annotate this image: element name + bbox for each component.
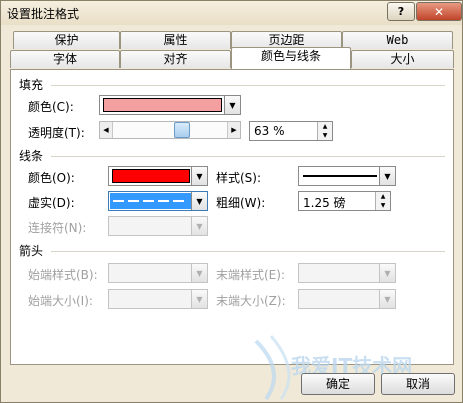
begin-size-select[interactable]: ▼ [108, 289, 208, 309]
line-color-select[interactable]: ▼ [108, 166, 208, 186]
chevron-right-icon[interactable]: ▶ [227, 122, 240, 138]
line-section-label: 线条 [19, 149, 44, 163]
chevron-down-icon: ▼ [191, 264, 207, 282]
tab-panel: 填充 颜色(C): ▼ 透明度(T): ◀ ▶ 63 % ▲ ▼ 线条 颜色(O)… [10, 69, 454, 365]
chevron-down-icon[interactable]: ▼ [224, 96, 240, 114]
tab-alignment[interactable]: 对齐 [120, 50, 231, 68]
tab-properties[interactable]: 属性 [120, 31, 231, 49]
chevron-down-icon[interactable]: ▼ [191, 192, 207, 210]
chevron-down-icon: ▼ [379, 264, 395, 282]
chevron-down-icon[interactable]: ▼ [191, 167, 207, 185]
window-title: 设置批注格式 [7, 7, 80, 21]
fill-color-label: 颜色(C): [28, 100, 74, 114]
transparency-spinner[interactable]: ▲ ▼ [317, 122, 332, 140]
tab-protection[interactable]: 保护 [13, 31, 120, 49]
line-style-label: 样式(S): [216, 171, 262, 185]
dash-label: 虚实(D): [28, 196, 75, 210]
dialog-window: 设置批注格式 ? ✕ 保护 属性 页边距 Web 字体 对齐 颜色与线条 大小 … [0, 0, 463, 403]
weight-spinner[interactable]: ▲ ▼ [375, 192, 390, 210]
end-style-label: 末端样式(E): [216, 268, 285, 282]
chevron-down-icon[interactable]: ▼ [379, 167, 395, 185]
begin-size-label: 始端大小(I): [28, 294, 93, 308]
line-color-swatch [112, 169, 190, 183]
fill-color-select[interactable]: ▼ [99, 95, 241, 115]
dashed-line-preview [113, 200, 188, 202]
transparency-slider[interactable]: ◀ ▶ [99, 121, 241, 139]
chevron-down-icon: ▼ [191, 290, 207, 308]
line-color-label: 颜色(O): [28, 171, 75, 185]
line-divider [51, 156, 445, 157]
dash-selected-highlight [110, 193, 191, 209]
end-style-select[interactable]: ▼ [298, 263, 396, 283]
begin-style-label: 始端样式(B): [28, 268, 98, 282]
slider-thumb[interactable] [174, 122, 190, 138]
tab-font[interactable]: 字体 [10, 50, 120, 68]
chevron-down-icon[interactable]: ▼ [318, 131, 332, 140]
connector-label: 连接符(N): [28, 221, 87, 235]
title-bar: 设置批注格式 ? ✕ [1, 1, 462, 25]
chevron-down-icon: ▼ [191, 217, 207, 235]
begin-style-select[interactable]: ▼ [108, 263, 208, 283]
tab-web[interactable]: Web [342, 31, 453, 49]
ok-button[interactable]: 确定 [301, 373, 375, 395]
arrows-divider [51, 251, 445, 252]
chevron-left-icon[interactable]: ◀ [100, 122, 113, 138]
chevron-up-icon[interactable]: ▲ [376, 192, 390, 201]
close-button[interactable]: ✕ [416, 2, 462, 21]
end-size-label: 末端大小(Z): [216, 294, 286, 308]
dash-select[interactable]: ▼ [108, 191, 208, 211]
fill-color-swatch [103, 98, 222, 112]
fill-section-label: 填充 [19, 78, 44, 92]
transparency-label: 透明度(T): [28, 126, 85, 140]
end-size-select[interactable]: ▼ [298, 289, 396, 309]
arrows-section-label: 箭头 [19, 244, 44, 258]
weight-label: 粗细(W): [216, 196, 266, 210]
transparency-input[interactable]: 63 % ▲ ▼ [249, 121, 333, 141]
weight-input[interactable]: 1.25 磅 ▲ ▼ [298, 191, 391, 211]
chevron-down-icon: ▼ [379, 290, 395, 308]
line-style-select[interactable]: ▼ [298, 166, 396, 186]
tab-size[interactable]: 大小 [351, 50, 454, 68]
chevron-down-icon[interactable]: ▼ [376, 201, 390, 210]
tab-colors-lines[interactable]: 颜色与线条 [231, 47, 351, 69]
help-button[interactable]: ? [387, 2, 415, 21]
solid-line-preview [303, 175, 377, 177]
fill-divider [51, 85, 445, 86]
transparency-value: 63 % [254, 124, 285, 138]
weight-value: 1.25 磅 [303, 196, 346, 210]
connector-select[interactable]: ▼ [108, 216, 208, 236]
chevron-up-icon[interactable]: ▲ [318, 122, 332, 131]
cancel-button[interactable]: 取消 [381, 373, 455, 395]
